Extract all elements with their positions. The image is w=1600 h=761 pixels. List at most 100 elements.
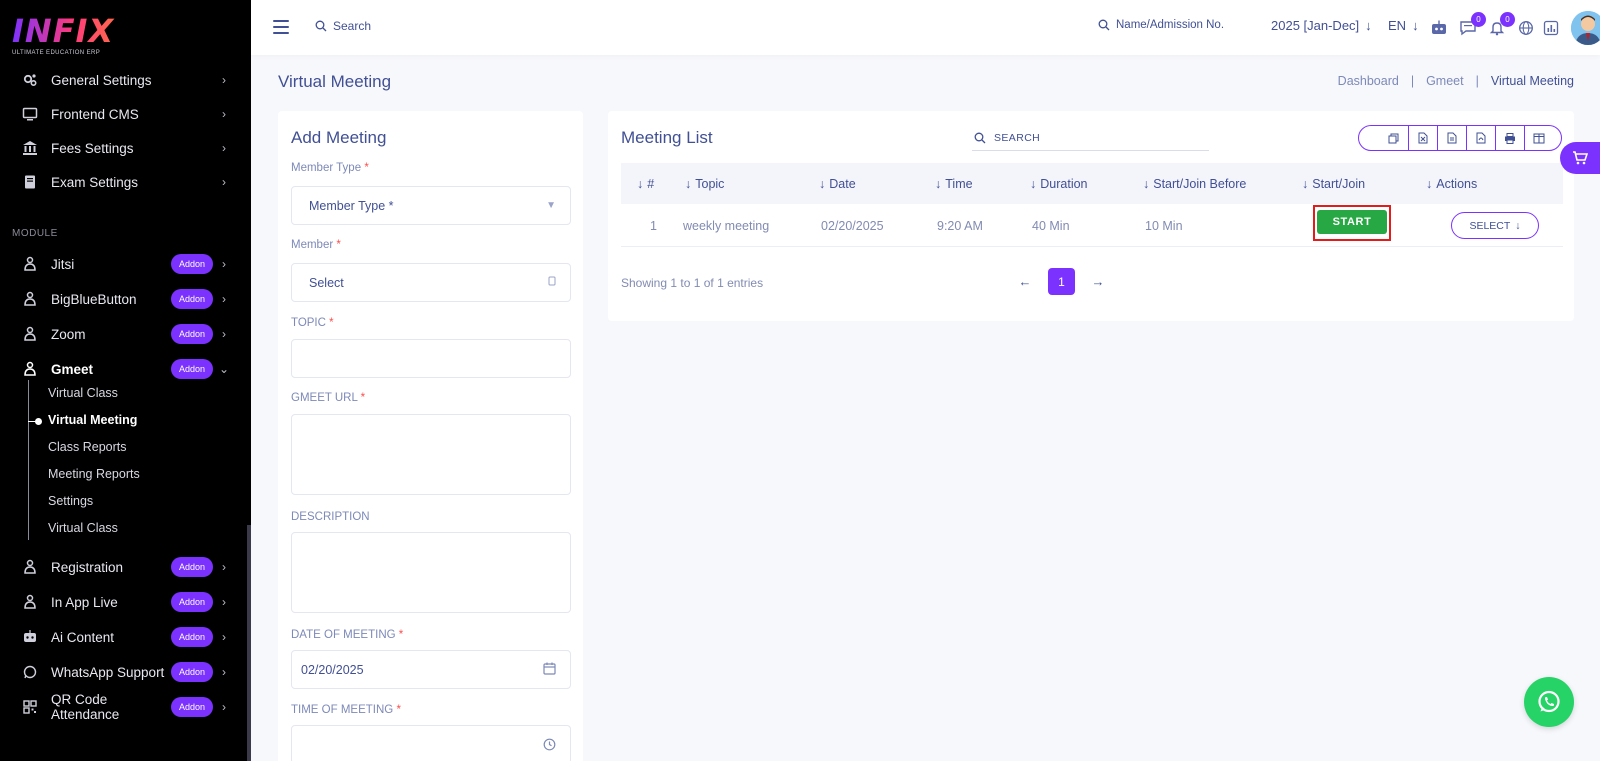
chevron-right-icon: › <box>222 595 226 609</box>
date-input[interactable]: 02/20/2025 <box>291 650 571 689</box>
plugin-icon <box>22 291 38 307</box>
name-admission-search[interactable]: Name/Admission No. <box>1098 19 1224 31</box>
arrow-down-icon: ↓ <box>935 177 942 191</box>
submenu-item-meeting-reports[interactable]: Meeting Reports <box>48 467 140 481</box>
member-select[interactable]: Select <box>291 263 571 302</box>
col-header-actions[interactable]: ↓ Actions <box>1426 177 1477 191</box>
globe-icon[interactable] <box>1516 18 1536 38</box>
member-type-label: Member Type * <box>291 162 369 174</box>
prev-page-icon[interactable]: ← <box>1018 274 1032 289</box>
member-value: Select <box>309 275 344 290</box>
submenu-item-virtual-class[interactable]: Virtual Class <box>48 386 118 400</box>
sidebar-item-exam-settings[interactable]: Exam Settings › <box>0 165 251 199</box>
arrow-down-icon: ↓ <box>1302 177 1309 191</box>
language-select[interactable]: EN ↓ <box>1388 18 1419 33</box>
col-header-start-join-before[interactable]: ↓ Start/Join Before <box>1143 177 1246 191</box>
cart-floating-button[interactable] <box>1560 142 1600 174</box>
sidebar-item-whatsapp-support[interactable]: WhatsApp Support Addon › <box>0 655 251 689</box>
addon-badge: Addon <box>170 592 213 612</box>
submenu-item-class-reports[interactable]: Class Reports <box>48 440 127 454</box>
cell-start-before: 10 Min <box>1145 219 1183 233</box>
sidebar-item-label: Jitsi <box>51 256 75 272</box>
plugin-icon <box>22 256 38 272</box>
whatsapp-icon <box>22 664 38 680</box>
export-button-group <box>1358 125 1562 151</box>
sidebar-item-zoom[interactable]: Zoom Addon › <box>0 317 251 351</box>
calendar-icon[interactable] <box>543 662 556 678</box>
sidebar-item-frontend-cms[interactable]: Frontend CMS › <box>0 97 251 131</box>
sidebar-item-gmeet[interactable]: Gmeet Addon ⌄ <box>0 352 251 386</box>
sidebar-item-ai-content[interactable]: Ai Content Addon › <box>0 620 251 654</box>
add-meeting-panel: Add Meeting Member Type * Member Type * … <box>278 111 583 761</box>
col-header-topic[interactable]: ↓ Topic <box>685 177 724 191</box>
next-page-icon[interactable]: → <box>1091 274 1105 289</box>
member-type-select[interactable]: Member Type * ▼ <box>291 186 571 225</box>
arrow-down-icon: ↓ <box>819 177 826 191</box>
columns-icon[interactable] <box>1524 126 1553 150</box>
robot-icon <box>22 629 38 645</box>
time-label: TIME OF MEETING * <box>291 704 401 716</box>
submenu-item-settings[interactable]: Settings <box>48 494 93 508</box>
copy-icon[interactable] <box>1379 126 1408 150</box>
time-input[interactable] <box>291 725 571 761</box>
messages-icon[interactable]: 0 <box>1458 12 1486 38</box>
print-icon[interactable] <box>1495 126 1524 150</box>
arrow-down-icon: ↓ <box>637 177 644 191</box>
meeting-search-input[interactable]: SEARCH <box>972 125 1209 151</box>
cell-duration: 40 Min <box>1032 219 1070 233</box>
chevron-right-icon: › <box>222 630 226 644</box>
logo-tagline: ULTIMATE EDUCATION ERP <box>12 50 101 56</box>
submenu-item-virtual-class-2[interactable]: Virtual Class <box>48 521 118 535</box>
robot-icon[interactable] <box>1429 18 1449 38</box>
actions-select-button[interactable]: SELECT ↓ <box>1451 212 1539 239</box>
plugin-icon <box>22 559 38 575</box>
submenu-item-virtual-meeting[interactable]: Virtual Meeting <box>48 413 137 427</box>
sidebar-item-general-settings[interactable]: General Settings › <box>0 63 251 97</box>
sidebar-item-fees-settings[interactable]: Fees Settings › <box>0 131 251 165</box>
pdf-icon[interactable] <box>1466 126 1495 150</box>
sidebar-item-jitsi[interactable]: Jitsi Addon › <box>0 247 251 281</box>
sidebar-item-qr-code-attendance[interactable]: QR Code Attendance Addon › <box>0 690 251 724</box>
header-search[interactable]: Search <box>315 19 371 33</box>
excel-icon[interactable] <box>1408 126 1437 150</box>
col-header-index[interactable]: ↓ # <box>637 177 654 191</box>
breadcrumb-dashboard[interactable]: Dashboard <box>1338 74 1399 88</box>
sidebar-item-label: Registration <box>51 559 124 575</box>
topic-input[interactable] <box>291 339 571 378</box>
table-row: 1 weekly meeting 02/20/2025 9:20 AM 40 M… <box>621 204 1563 247</box>
addon-badge: Addon <box>170 359 213 379</box>
clock-icon[interactable] <box>543 738 556 754</box>
logo-text: INFIX <box>12 14 132 48</box>
sidebar-item-in-app-live[interactable]: In App Live Addon › <box>0 585 251 619</box>
bell-icon[interactable]: 0 <box>1487 12 1515 38</box>
pagination: ← 1 → <box>1018 268 1105 295</box>
col-header-start-join[interactable]: ↓ Start/Join <box>1302 177 1365 191</box>
arrow-down-icon: ↓ <box>1426 177 1433 191</box>
breadcrumb: Dashboard | Gmeet | Virtual Meeting <box>1338 74 1574 88</box>
description-textarea[interactable] <box>291 532 571 613</box>
csv-icon[interactable] <box>1437 126 1466 150</box>
sidebar-scrollbar[interactable] <box>247 525 251 761</box>
breadcrumb-current: Virtual Meeting <box>1490 74 1574 88</box>
sidebar-item-label: WhatsApp Support <box>51 664 165 680</box>
chevron-down-icon: ⌄ <box>218 362 230 376</box>
gmeet-url-textarea[interactable] <box>291 414 571 495</box>
col-header-time[interactable]: ↓ Time <box>935 177 973 191</box>
start-meeting-button[interactable]: START <box>1317 210 1387 234</box>
hamburger-menu-icon[interactable] <box>273 20 289 34</box>
user-avatar[interactable] <box>1571 11 1600 45</box>
sidebar-item-bigbluebutton[interactable]: BigBlueButton Addon › <box>0 282 251 316</box>
whatsapp-floating-button[interactable] <box>1524 677 1574 727</box>
page-button-current[interactable]: 1 <box>1048 268 1075 295</box>
sidebar-item-label: Zoom <box>51 326 86 342</box>
stats-icon[interactable] <box>1541 18 1561 38</box>
col-header-duration[interactable]: ↓ Duration <box>1030 177 1088 191</box>
breadcrumb-gmeet[interactable]: Gmeet <box>1426 74 1464 88</box>
sidebar: INFIX ULTIMATE EDUCATION ERP General Set… <box>0 0 251 761</box>
col-header-date[interactable]: ↓ Date <box>819 177 856 191</box>
plugin-icon <box>22 594 38 610</box>
brand-logo[interactable]: INFIX ULTIMATE EDUCATION ERP <box>12 14 132 60</box>
academic-year-select[interactable]: 2025 [Jan-Dec] ↓ <box>1271 18 1372 33</box>
arrow-down-icon: ↓ <box>1143 177 1150 191</box>
sidebar-item-registration[interactable]: Registration Addon › <box>0 550 251 584</box>
